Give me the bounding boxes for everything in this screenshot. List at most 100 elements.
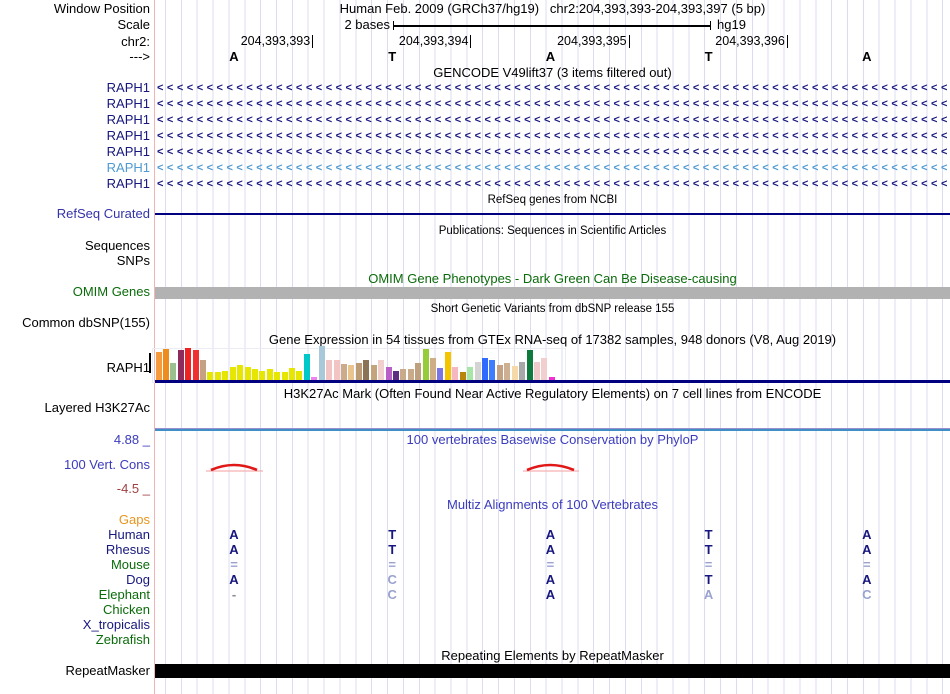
gtex-bar[interactable]: [185, 348, 192, 380]
gtex-bar[interactable]: [192, 350, 199, 380]
snps-label: SNPs: [116, 253, 150, 268]
transcript-intron-arrows[interactable]: <<<<<<<<<<<<<<<<<<<<<<<<<<<<<<<<<<<<<<<<…: [157, 81, 948, 95]
gtex-bar[interactable]: [266, 369, 273, 380]
omim-gene-bar[interactable]: [155, 287, 950, 299]
alignment-base: T: [704, 542, 713, 557]
gtex-bar[interactable]: [162, 349, 169, 380]
alignment-base: =: [863, 557, 871, 572]
gtex-bar[interactable]: [541, 358, 548, 380]
gtex-bar[interactable]: [437, 368, 444, 380]
gtex-bar[interactable]: [496, 365, 503, 380]
gtex-bar[interactable]: [363, 360, 370, 380]
gtex-bar[interactable]: [526, 350, 533, 380]
gencode-track-title[interactable]: GENCODE V49lift37 (3 items filtered out): [155, 66, 950, 80]
gtex-bar[interactable]: [452, 367, 459, 380]
transcript-label: RAPH1: [106, 176, 150, 191]
gtex-bar[interactable]: [333, 360, 340, 380]
phylop-track-title[interactable]: 100 vertebrates Basewise Conservation by…: [155, 433, 950, 447]
gtex-bar[interactable]: [355, 363, 362, 380]
gtex-bar[interactable]: [177, 350, 184, 380]
gtex-bar[interactable]: [385, 367, 392, 380]
repeatmasker-track-title[interactable]: Repeating Elements by RepeatMasker: [155, 649, 950, 663]
repeatmasker-element-bar[interactable]: [155, 664, 950, 678]
gtex-bar[interactable]: [326, 360, 333, 380]
gtex-bar[interactable]: [244, 367, 251, 380]
gtex-bar[interactable]: [548, 377, 555, 380]
gtex-bar[interactable]: [407, 369, 414, 380]
alignment-base: C: [387, 587, 397, 602]
gtex-bar[interactable]: [392, 371, 399, 380]
gtex-bar[interactable]: [222, 371, 229, 380]
gtex-bar[interactable]: [229, 367, 236, 380]
gtex-bar[interactable]: [378, 360, 385, 380]
gtex-bar[interactable]: [318, 346, 325, 380]
phylop-max-label: 4.88 _: [113, 432, 150, 447]
transcript-intron-arrows[interactable]: <<<<<<<<<<<<<<<<<<<<<<<<<<<<<<<<<<<<<<<<…: [157, 177, 948, 191]
refseq-curated-label: RefSeq Curated: [56, 206, 150, 221]
gtex-bar[interactable]: [489, 360, 496, 380]
gtex-bar[interactable]: [459, 372, 466, 380]
refseq-curated-gene-line[interactable]: [155, 213, 950, 215]
dbsnp-track-title[interactable]: Short Genetic Variants from dbSNP releas…: [155, 302, 950, 316]
gtex-bar[interactable]: [422, 349, 429, 380]
transcript-intron-arrows[interactable]: <<<<<<<<<<<<<<<<<<<<<<<<<<<<<<<<<<<<<<<<…: [157, 97, 948, 111]
species-label-mouse: Mouse: [110, 557, 150, 572]
gtex-bar[interactable]: [259, 371, 266, 380]
gtex-bar[interactable]: [237, 365, 244, 380]
gtex-bar[interactable]: [519, 362, 526, 380]
gtex-bar[interactable]: [533, 362, 540, 380]
conservation-arc: [210, 463, 258, 472]
alignment-base: A: [229, 542, 239, 557]
species-label-rhesus: Rhesus: [105, 542, 150, 557]
phylop-conservation-arcs[interactable]: [155, 455, 950, 480]
gtex-bar[interactable]: [251, 369, 258, 380]
refseq-track-title[interactable]: RefSeq genes from NCBI: [155, 193, 950, 207]
sequences-label: Sequences: [84, 238, 150, 253]
gtex-bar[interactable]: [348, 365, 355, 380]
gtex-bar[interactable]: [289, 368, 296, 380]
multiz-track-title[interactable]: Multiz Alignments of 100 Vertebrates: [155, 498, 950, 512]
gtex-bar[interactable]: [430, 358, 437, 380]
reference-base: A: [862, 49, 872, 64]
gtex-bar[interactable]: [341, 364, 347, 380]
omim-track-title[interactable]: OMIM Gene Phenotypes - Dark Green Can Be…: [155, 272, 950, 286]
gtex-bar[interactable]: [311, 377, 318, 380]
gtex-bar[interactable]: [370, 365, 377, 380]
gtex-bar[interactable]: [444, 352, 451, 380]
gtex-bar[interactable]: [170, 363, 177, 380]
gtex-bar[interactable]: [474, 362, 481, 380]
gtex-bar[interactable]: [207, 372, 214, 380]
window-position-label: Window Position: [53, 1, 150, 16]
transcript-intron-arrows[interactable]: <<<<<<<<<<<<<<<<<<<<<<<<<<<<<<<<<<<<<<<<…: [157, 113, 948, 127]
transcript-intron-arrows[interactable]: <<<<<<<<<<<<<<<<<<<<<<<<<<<<<<<<<<<<<<<<…: [157, 161, 948, 175]
gtex-bar[interactable]: [155, 352, 162, 380]
publications-track-title[interactable]: Publications: Sequences in Scientific Ar…: [155, 224, 950, 238]
repeatmasker-label: RepeatMasker: [65, 663, 150, 678]
gtex-track-title[interactable]: Gene Expression in 54 tissues from GTEx …: [155, 333, 950, 347]
gtex-bar[interactable]: [481, 358, 488, 380]
gtex-bar[interactable]: [281, 372, 288, 380]
alignment-base: C: [862, 587, 872, 602]
transcript-label: RAPH1: [106, 80, 150, 95]
transcript-intron-arrows[interactable]: <<<<<<<<<<<<<<<<<<<<<<<<<<<<<<<<<<<<<<<<…: [157, 145, 948, 159]
conservation-arc: [526, 463, 575, 472]
gtex-bar[interactable]: [274, 372, 281, 380]
alignment-base: A: [545, 527, 556, 542]
gtex-bar[interactable]: [504, 363, 511, 380]
gtex-bar[interactable]: [511, 366, 518, 380]
gtex-bar[interactable]: [415, 363, 422, 380]
gtex-bar[interactable]: [400, 369, 407, 380]
gtex-bar[interactable]: [467, 367, 474, 380]
track-left-edge: [154, 0, 155, 694]
h3k27ac-baseline[interactable]: [155, 429, 950, 431]
transcript-intron-arrows[interactable]: <<<<<<<<<<<<<<<<<<<<<<<<<<<<<<<<<<<<<<<<…: [157, 129, 948, 143]
gtex-bar[interactable]: [214, 372, 221, 380]
gtex-bar[interactable]: [200, 360, 207, 380]
species-label-x_tropicalis: X_tropicalis: [82, 617, 150, 632]
chromosome-label: chr2:: [121, 34, 150, 49]
reference-base: A: [545, 49, 556, 64]
h3k27ac-track-title[interactable]: H3K27Ac Mark (Often Found Near Active Re…: [155, 387, 950, 401]
species-label-gaps: Gaps: [118, 512, 150, 527]
gtex-bar[interactable]: [303, 354, 310, 380]
gtex-bar[interactable]: [296, 371, 303, 380]
